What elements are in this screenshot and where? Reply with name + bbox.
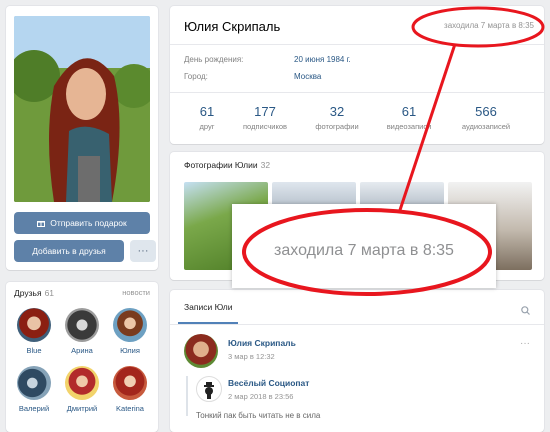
zoomed-status-callout: заходила 7 марта в 8:35 — [232, 204, 496, 288]
send-gift-button[interactable]: Отправить подарок — [14, 212, 150, 234]
friend-item[interactable]: Blue — [12, 308, 56, 355]
friends-title: Друзья — [14, 288, 42, 298]
friends-header[interactable]: Друзья 61 — [14, 288, 54, 298]
counter-followers[interactable]: 177 подписчиков — [229, 104, 301, 131]
birthday-value[interactable]: 20 июня 1984 г. — [294, 55, 351, 64]
friend-name: Арина — [71, 346, 93, 355]
divider — [170, 92, 544, 93]
city-label: Город: — [184, 72, 208, 81]
more-actions-button[interactable]: ··· — [130, 240, 156, 262]
avatar — [113, 366, 147, 400]
photos-header[interactable]: Фотографии Юлии 32 — [184, 160, 270, 170]
repost-bar — [186, 376, 188, 416]
wall-card: Записи Юли Юлия Скрипаль 3 мар в 12:32 ·… — [170, 290, 544, 432]
friend-item[interactable]: Дмитрий — [60, 366, 104, 413]
friend-item[interactable]: Юлия — [108, 308, 152, 355]
repost-text: Тонкий пак быть читать не в сила — [196, 411, 321, 420]
search-icon[interactable] — [521, 302, 530, 315]
friend-name: Юлия — [120, 346, 140, 355]
photos-title: Фотографии Юлии — [184, 160, 258, 170]
friend-item[interactable]: Арина — [60, 308, 104, 355]
photos-count: 32 — [260, 160, 271, 170]
avatar — [17, 308, 51, 342]
post-date[interactable]: 3 мар в 12:32 — [228, 352, 275, 361]
add-friend-label: Добавить в друзья — [32, 246, 106, 256]
counter-value: 61 — [401, 104, 417, 119]
more-dots-icon: ··· — [137, 245, 149, 257]
post-author[interactable]: Юлия Скрипаль — [228, 338, 296, 348]
profile-photo[interactable] — [14, 16, 150, 202]
divider — [170, 44, 544, 45]
friend-item[interactable]: Валерий — [12, 366, 56, 413]
avatar[interactable] — [184, 334, 218, 368]
add-friend-button[interactable]: Добавить в друзья — [14, 240, 124, 262]
friend-name: Дмитрий — [66, 404, 98, 413]
avatar[interactable] — [196, 376, 222, 402]
friend-name: Blue — [26, 346, 42, 355]
repost-date[interactable]: 2 мар 2018 в 23:56 — [228, 392, 293, 401]
birthday-label: День рождения: — [184, 55, 244, 64]
counter-label: подписчиков — [243, 122, 287, 131]
avatar — [65, 366, 99, 400]
friend-name: Katerina — [116, 404, 144, 413]
counter-label: видеозаписи — [386, 122, 432, 131]
send-gift-label: Отправить подарок — [50, 218, 127, 228]
post-menu-icon[interactable]: ··· — [520, 338, 530, 349]
gift-icon — [37, 219, 46, 227]
counter-audio[interactable]: 566 аудиозаписей — [450, 104, 522, 131]
last-seen-status: заходила 7 марта в 8:35 — [444, 21, 534, 30]
friend-name: Валерий — [18, 404, 50, 413]
avatar — [113, 308, 147, 342]
friends-news-link[interactable]: новости — [122, 288, 150, 297]
repost-author[interactable]: Весёлый Социопат — [228, 378, 309, 388]
avatar-card: Отправить подарок Добавить в друзья ··· — [6, 6, 158, 270]
friends-card: Друзья 61 новости Blue Арина Юлия Валерий… — [6, 282, 158, 432]
page-title: Юлия Скрипаль — [184, 19, 281, 34]
city-value[interactable]: Москва — [294, 72, 321, 81]
friends-count: 61 — [44, 288, 55, 298]
tab-wall-posts[interactable]: Записи Юли — [184, 302, 233, 312]
counter-label: фотографии — [315, 122, 359, 131]
divider — [170, 324, 544, 325]
counter-photos[interactable]: 32 фотографии — [301, 104, 373, 131]
avatar — [65, 308, 99, 342]
counter-value: 177 — [254, 104, 276, 119]
profile-photo-image — [14, 16, 150, 202]
profile-info-card: Юлия Скрипаль заходила 7 марта в 8:35 Де… — [170, 6, 544, 144]
zoomed-last-seen: заходила 7 марта в 8:35 — [274, 242, 454, 259]
friend-item[interactable]: Katerina — [108, 366, 152, 413]
counter-value: 32 — [329, 104, 345, 119]
counter-value: 566 — [475, 104, 497, 119]
avatar — [17, 366, 51, 400]
counter-videos[interactable]: 61 видеозаписи — [373, 104, 445, 131]
counter-label: аудиозаписей — [461, 122, 511, 131]
